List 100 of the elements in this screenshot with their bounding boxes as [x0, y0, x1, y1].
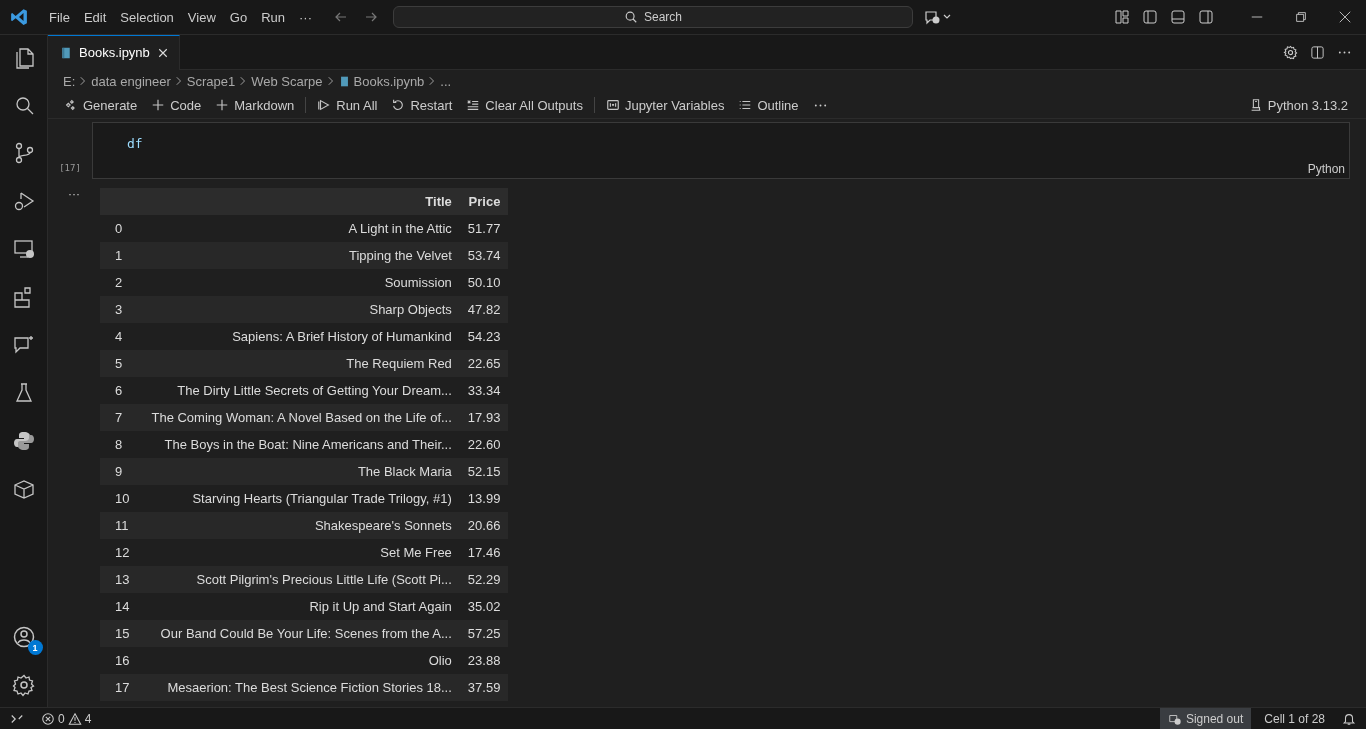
table-cell: 52.29 [459, 566, 509, 593]
restore-icon[interactable] [1294, 10, 1308, 24]
search-icon [624, 10, 638, 24]
variables-icon [605, 98, 620, 112]
row-index: 2 [100, 269, 144, 296]
warning-icon[interactable] [67, 711, 82, 726]
table-cell: 50.10 [459, 269, 509, 296]
table-cell: 47.82 [459, 296, 509, 323]
toolbar-button[interactable]: Run All [311, 95, 384, 115]
column-header: Title [143, 188, 460, 215]
table-cell: 22.65 [459, 350, 509, 377]
table-cell: Sharp Objects [143, 296, 460, 323]
cell-position[interactable]: Cell 1 of 28 [1264, 711, 1325, 726]
table-cell: The Dirty Little Secrets of Getting Your Dream... [143, 377, 460, 404]
table-cell: 51.77 [459, 215, 509, 242]
account-status[interactable]: Signed out [1159, 707, 1252, 729]
error-icon[interactable] [41, 711, 55, 726]
generate-icon [64, 98, 78, 112]
breadcrumb-item[interactable]: data engineer [91, 73, 171, 89]
toolbar-button[interactable]: Restart [385, 95, 459, 115]
table-cell: A Light in the Attic [143, 215, 460, 242]
chat-icon[interactable] [925, 9, 951, 25]
table-cell: The Boys in the Boat: Nine Americans and Their... [143, 431, 460, 458]
chevron-icon [175, 76, 182, 86]
output-menu[interactable]: ··· [68, 188, 80, 701]
notebook-file-icon [338, 74, 350, 88]
outline-icon [738, 98, 753, 112]
close-icon[interactable] [156, 46, 169, 59]
kernel-button[interactable]: Python 3.13.2 [1242, 95, 1354, 115]
table-cell: Olio [143, 647, 460, 674]
table-cell: Rip it Up and Start Again [143, 593, 460, 620]
cell-language[interactable]: Python [1307, 162, 1345, 176]
row-index: 15 [100, 620, 144, 647]
menu-item[interactable]: Run [254, 9, 292, 25]
chevron-icon [80, 76, 87, 86]
python-icon[interactable] [11, 429, 36, 453]
toolbar-button[interactable]: Outline [732, 95, 805, 115]
settings-icon[interactable] [11, 673, 36, 697]
menu-item[interactable]: File [42, 9, 77, 25]
breadcrumb-item[interactable]: ... [440, 73, 452, 89]
breadcrumb-item[interactable]: Books.ipynb [353, 73, 425, 89]
toolbar-button[interactable]: Markdown [209, 95, 301, 115]
table-cell: 20.66 [459, 512, 509, 539]
menu-item[interactable]: Selection [113, 9, 181, 25]
chevron-icon [240, 76, 247, 86]
account-icon[interactable] [11, 625, 36, 649]
table-cell: 23.88 [459, 647, 509, 674]
row-index: 1 [100, 242, 144, 269]
toolbar-button[interactable]: Code [145, 95, 208, 115]
row-index: 3 [100, 296, 144, 323]
table-cell: Sapiens: A Brief History of Humankind [143, 323, 460, 350]
clear-outputs-icon [466, 98, 481, 112]
menu-item[interactable]: Go [222, 9, 255, 25]
table-cell: Tipping the Velvet [143, 242, 460, 269]
plus-icon [151, 98, 166, 112]
table-cell: 13.99 [459, 485, 509, 512]
row-index: 16 [100, 647, 144, 674]
menu-item[interactable]: ··· [292, 9, 319, 25]
sidebar-toggle-icon[interactable] [1198, 9, 1214, 25]
error-count[interactable]: 0 [58, 711, 65, 726]
table-cell: 57.25 [459, 620, 509, 647]
breadcrumb-item[interactable]: Scrape1 [186, 73, 236, 89]
chevron-icon [429, 76, 436, 86]
toolbar-button[interactable]: Jupyter Variables [599, 95, 731, 115]
table-cell: The Requiem Red [143, 350, 460, 377]
plus-icon [215, 98, 230, 112]
table-cell: Set Me Free [143, 539, 460, 566]
breadcrumb-item[interactable]: E: [63, 73, 76, 89]
settings-icon[interactable] [1283, 44, 1298, 60]
layout-icon[interactable] [1114, 9, 1130, 25]
bell-icon[interactable] [1342, 711, 1356, 726]
row-index: 5 [100, 350, 144, 377]
table-cell: 52.15 [459, 458, 509, 485]
row-index: 6 [100, 377, 144, 404]
sidebar-toggle-icon[interactable] [1142, 9, 1158, 25]
code-cell[interactable]: df Python [92, 122, 1350, 179]
row-index: 7 [100, 404, 144, 431]
table-cell: 37.59 [459, 674, 509, 701]
row-index: 14 [100, 593, 144, 620]
run-all-icon [317, 98, 332, 112]
split-editor-icon[interactable] [1310, 44, 1325, 60]
table-cell: Our Band Could Be Your Life: Scenes from the A... [143, 620, 460, 647]
panel-toggle-icon[interactable] [1170, 9, 1186, 25]
table-cell: 35.02 [459, 593, 509, 620]
row-index: 4 [100, 323, 144, 350]
table-cell: The Black Maria [143, 458, 460, 485]
editor-tab[interactable]: Books.ipynb [48, 34, 180, 70]
row-index: 12 [100, 539, 144, 566]
row-index: 11 [100, 512, 144, 539]
warning-count[interactable]: 4 [84, 711, 92, 726]
toolbar-button[interactable]: Clear All Outputs [460, 95, 589, 115]
close-icon[interactable] [1338, 10, 1352, 24]
menu-item[interactable]: Edit [76, 9, 114, 25]
search-field[interactable]: Search [393, 6, 913, 28]
table-cell: Mesaerion: The Best Science Fiction Stories 18... [143, 674, 460, 701]
remote-explorer-icon[interactable] [11, 237, 36, 261]
menu-item[interactable]: View [180, 9, 223, 25]
breadcrumb-item[interactable]: Web Scarpe [251, 73, 323, 89]
toolbar-button[interactable]: Generate [58, 95, 144, 115]
table-cell: Starving Hearts (Triangular Trade Trilogy, #1) [143, 485, 460, 512]
